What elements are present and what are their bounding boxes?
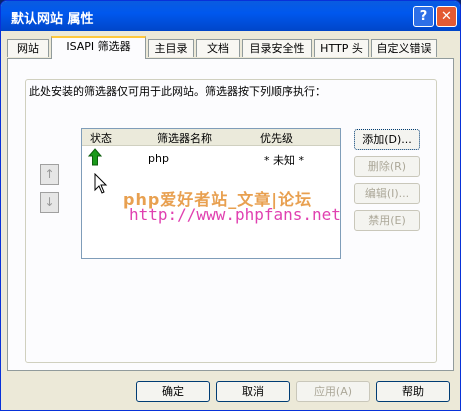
tab-isapi-filters[interactable]: ISAPI 筛选器 [51, 36, 146, 59]
tab-http-headers[interactable]: HTTP 头 [314, 39, 369, 57]
remove-filter-button[interactable]: 删除(R) [354, 156, 420, 177]
title-bar: 默认网站 属性 ? ✕ [1, 1, 460, 31]
disable-filter-button[interactable]: 禁用(E) [354, 210, 420, 231]
column-header-filter-name[interactable]: 筛选器名称 [157, 130, 212, 146]
tab-documents[interactable]: 文档 [196, 39, 240, 57]
help-icon[interactable]: ? [413, 6, 434, 27]
edit-filter-button[interactable]: 编辑(I)... [354, 183, 420, 204]
tab-custom-errors[interactable]: 自定义错误 [371, 39, 437, 57]
ok-button[interactable]: 确定 [136, 381, 210, 402]
filter-description: 此处安装的筛选器仅可用于此网站。筛选器按下列顺序执行： [29, 85, 326, 98]
cancel-button[interactable]: 取消 [216, 381, 290, 402]
column-header-priority[interactable]: 优先级 [260, 130, 293, 146]
window-title: 默认网站 属性 [11, 12, 94, 27]
tab-website[interactable]: 网站 [7, 39, 49, 57]
watermark-url: http://www.phpfans.net [129, 205, 341, 224]
move-up-button[interactable]: ↑ [40, 164, 59, 185]
add-filter-button[interactable]: 添加(D)... [354, 129, 420, 150]
mouse-cursor-icon [94, 173, 108, 194]
up-arrow-icon: ↑ [44, 167, 55, 181]
tab-home-directory[interactable]: 主目录 [148, 39, 194, 57]
green-up-arrow-icon [88, 148, 102, 166]
column-header-status[interactable]: 状态 [90, 130, 112, 146]
filter-name-cell: php [148, 152, 169, 165]
properties-window: 默认网站 属性 ? ✕ 网站 ISAPI 筛选器 主目录 文档 目录安全性 HT… [0, 0, 461, 411]
tab-directory-security[interactable]: 目录安全性 [242, 39, 312, 57]
priority-cell: * 未知 * [264, 154, 304, 167]
apply-button[interactable]: 应用(A) [296, 381, 370, 402]
move-down-button[interactable]: ↓ [40, 192, 59, 213]
help-button[interactable]: 帮助 [376, 381, 450, 402]
down-arrow-icon: ↓ [44, 195, 55, 209]
list-header: 状态 筛选器名称 优先级 [82, 129, 340, 146]
close-icon[interactable]: ✕ [436, 6, 457, 27]
